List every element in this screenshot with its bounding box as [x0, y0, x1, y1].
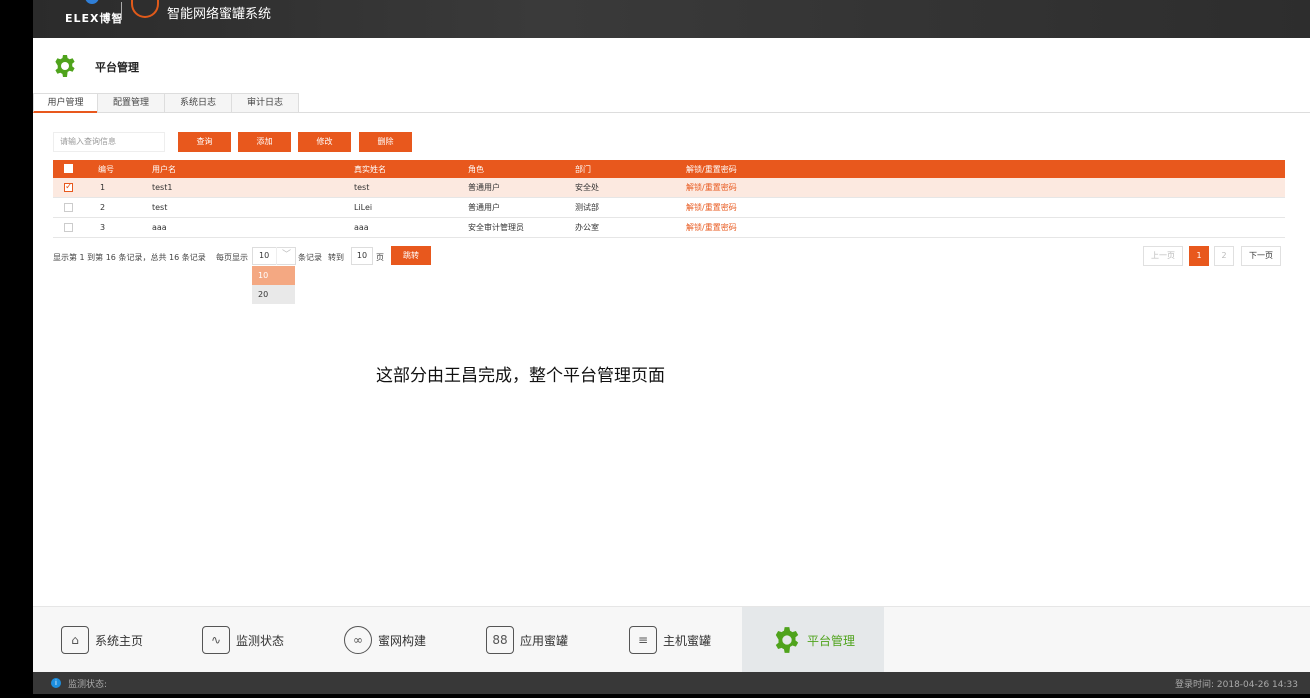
cell-dept: 办公室: [575, 223, 599, 232]
per-page-option[interactable]: 20: [252, 285, 295, 304]
cell-realname: aaa: [354, 223, 369, 232]
home-icon: ⌂: [61, 626, 89, 654]
network-icon: ∞: [344, 626, 372, 654]
nav-label: 应用蜜罐: [520, 633, 569, 648]
status-bar: i 监测状态: 登录时间: 2018-04-26 14:33: [33, 672, 1310, 694]
main-content: 平台管理 用户管理 配置管理 系统日志 审计日志 请输入查询信息 查询 添加 修…: [33, 38, 1310, 606]
nav-label: 平台管理: [807, 633, 856, 648]
cell-realname: test: [354, 183, 370, 192]
table-row[interactable]: ✓ 1 test1 test 普通用户 安全处 解锁/重置密码: [53, 178, 1285, 198]
nav-label: 监测状态: [236, 633, 285, 648]
login-time: 登录时间: 2018-04-26 14:33: [1175, 680, 1298, 690]
goto-page-input[interactable]: 10: [351, 247, 373, 265]
records-label: 条记录: [298, 253, 322, 262]
delete-button[interactable]: 删除: [359, 132, 412, 152]
next-page-button[interactable]: 下一页: [1241, 246, 1281, 266]
cell-role: 安全审计管理员: [468, 223, 524, 232]
page-button-2[interactable]: 2: [1214, 246, 1234, 266]
row-checkbox[interactable]: [64, 223, 73, 232]
nav-platform-management[interactable]: 平台管理: [742, 607, 884, 673]
honeypot-logo-icon: [131, 0, 159, 18]
bottom-nav: ⌂ 系统主页 ∿ 监测状态 ∞ 蜜网构建 88 应用蜜罐 ≡ 主机蜜罐 平台管理: [33, 606, 1310, 673]
goto-label: 转到: [328, 253, 344, 262]
tab-config-management[interactable]: 配置管理: [97, 93, 165, 113]
tab-system-log[interactable]: 系统日志: [164, 93, 232, 113]
monitor-status: 监测状态:: [68, 680, 108, 690]
chevron-down-icon[interactable]: ﹀: [276, 247, 296, 265]
search-input[interactable]: 请输入查询信息: [53, 132, 165, 152]
user-table: 编号 用户名 真实姓名 角色 部门 解锁/重置密码 ✓ 1 test1 test…: [53, 160, 1285, 238]
brand-logo: ELEX博智: [65, 12, 124, 25]
edit-button[interactable]: 修改: [298, 132, 351, 152]
add-button[interactable]: 添加: [238, 132, 291, 152]
nav-app-honeypot[interactable]: 88 应用蜜罐: [486, 607, 568, 673]
cell-id: 1: [100, 183, 106, 192]
header-role: 角色: [468, 164, 484, 174]
nav-host-honeypot[interactable]: ≡ 主机蜜罐: [629, 607, 711, 673]
gear-icon: [55, 55, 75, 77]
info-icon: i: [51, 678, 61, 688]
cell-dept: 测试部: [575, 203, 599, 212]
prev-page-button[interactable]: 上一页: [1143, 246, 1183, 266]
logo-mark-icon: [85, 0, 99, 4]
reset-password-link[interactable]: 解锁/重置密码: [686, 218, 737, 237]
tab-bar: 用户管理 配置管理 系统日志 审计日志: [33, 93, 1310, 113]
gear-icon: [775, 627, 799, 653]
table-header: 编号 用户名 真实姓名 角色 部门 解锁/重置密码: [53, 160, 1285, 178]
cell-role: 普通用户: [468, 203, 500, 212]
cell-id: 3: [100, 223, 106, 232]
nav-monitor[interactable]: ∿ 监测状态: [202, 607, 284, 673]
header-username: 用户名: [152, 164, 176, 174]
header-realname: 真实姓名: [354, 164, 386, 174]
per-page-option[interactable]: 10: [252, 266, 295, 285]
tab-audit-log[interactable]: 审计日志: [231, 93, 299, 113]
per-page-label: 每页显示: [216, 253, 248, 262]
nav-label: 蜜网构建: [378, 633, 427, 648]
jump-button[interactable]: 跳转: [391, 246, 431, 265]
header-divider: [121, 2, 122, 20]
monitor-icon: ∿: [202, 626, 230, 654]
row-checkbox[interactable]: ✓: [64, 183, 73, 192]
tab-user-management[interactable]: 用户管理: [33, 93, 98, 113]
app-icon: 88: [486, 626, 514, 654]
cell-realname: LiLei: [354, 203, 373, 212]
cell-username: test: [152, 203, 168, 212]
page-unit-label: 页: [376, 253, 384, 262]
reset-password-link[interactable]: 解锁/重置密码: [686, 198, 737, 217]
cell-username: test1: [152, 183, 173, 192]
row-checkbox[interactable]: [64, 203, 73, 212]
nav-label: 主机蜜罐: [663, 633, 712, 648]
system-title: 智能网络蜜罐系统: [167, 7, 272, 22]
pagination-info: 显示第 1 到第 16 条记录，总共 16 条记录: [53, 253, 206, 262]
cell-id: 2: [100, 203, 106, 212]
header-action: 解锁/重置密码: [686, 164, 737, 174]
select-all-checkbox[interactable]: [64, 164, 73, 173]
nav-home[interactable]: ⌂ 系统主页: [61, 607, 143, 673]
table-row[interactable]: 3 aaa aaa 安全审计管理员 办公室 解锁/重置密码: [53, 218, 1285, 238]
cell-dept: 安全处: [575, 183, 599, 192]
cell-role: 普通用户: [468, 183, 500, 192]
cell-username: aaa: [152, 223, 167, 232]
author-note: 这部分由王昌完成，整个平台管理页面: [376, 366, 665, 386]
nav-network[interactable]: ∞ 蜜网构建: [344, 607, 426, 673]
header-dept: 部门: [575, 164, 591, 174]
table-row[interactable]: 2 test LiLei 普通用户 测试部 解锁/重置密码: [53, 198, 1285, 218]
header-id: 编号: [98, 164, 114, 174]
page-title: 平台管理: [95, 61, 139, 74]
page-button-1[interactable]: 1: [1189, 246, 1209, 266]
host-icon: ≡: [629, 626, 657, 654]
query-button[interactable]: 查询: [178, 132, 231, 152]
reset-password-link[interactable]: 解锁/重置密码: [686, 178, 737, 197]
nav-label: 系统主页: [95, 633, 144, 648]
top-bar: ELEX博智 智能网络蜜罐系统: [33, 0, 1310, 38]
